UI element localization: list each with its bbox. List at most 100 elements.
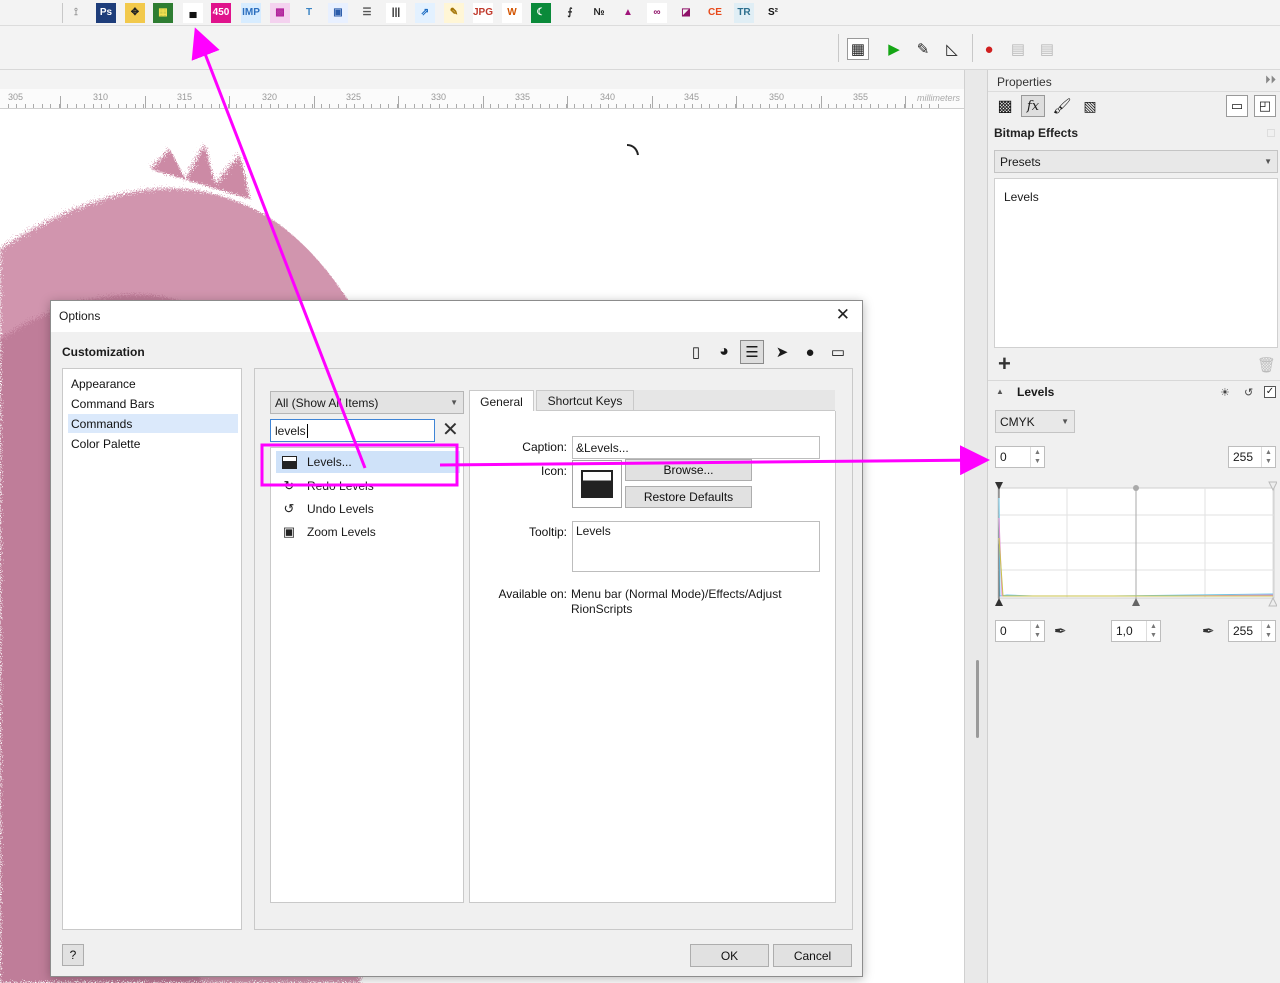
- levels-icon[interactable]: ▄: [183, 3, 203, 23]
- edit-macro-icon[interactable]: ✎: [912, 38, 934, 60]
- ok-button[interactable]: OK: [690, 944, 769, 967]
- reset-icon[interactable]: ↺: [1244, 386, 1253, 399]
- measure-icon[interactable]: ◺: [941, 38, 963, 60]
- infinity-icon[interactable]: ∞: [647, 3, 667, 23]
- help-button[interactable]: ?: [62, 944, 84, 966]
- text-tool-icon[interactable]: T: [299, 3, 319, 23]
- document-icon[interactable]: ▯: [685, 341, 707, 363]
- pin-icon[interactable]: ●: [799, 341, 821, 363]
- macro-settings-icon[interactable]: ▤: [1036, 38, 1058, 60]
- dialog-titlebar[interactable]: Options ✕: [51, 301, 862, 332]
- stripes-icon[interactable]: ☰: [357, 3, 377, 23]
- folded-page-icon[interactable]: ◪: [676, 3, 696, 23]
- gamma-field[interactable]: 1,0 ▲ ▼: [1111, 620, 1161, 642]
- shape-trapezoid-icon[interactable]: ▲: [618, 3, 638, 23]
- connector-tool-icon[interactable]: ⟟: [66, 3, 86, 23]
- auto-adjust-icon[interactable]: ☀: [1220, 386, 1230, 399]
- output-low-field[interactable]: 0 ▲ ▼: [995, 620, 1045, 642]
- qr-code-icon[interactable]: ▣: [328, 3, 348, 23]
- expand-panel-icon[interactable]: ⏵⏵: [1265, 74, 1276, 87]
- spin-arrows-icon[interactable]: ▲ ▼: [1030, 621, 1044, 641]
- effects-tab-icon[interactable]: fx: [1021, 95, 1045, 117]
- brush-tab-icon[interactable]: 🖌: [1052, 96, 1072, 116]
- object-tab-icon[interactable]: ◰: [1254, 95, 1276, 117]
- vertical-scrollbar[interactable]: [964, 70, 988, 983]
- caption-input[interactable]: &Levels...: [572, 436, 820, 459]
- input-high-field[interactable]: 255 ▲ ▼: [1228, 446, 1276, 468]
- scrollbar-thumb[interactable]: [976, 660, 979, 738]
- pointer-icon[interactable]: ➤: [771, 341, 793, 363]
- command-search-input[interactable]: levels: [270, 419, 435, 442]
- command-item-levels[interactable]: Levels...: [280, 451, 450, 473]
- tab-shortcut-keys[interactable]: Shortcut Keys: [536, 390, 634, 411]
- play-icon[interactable]: ▶: [883, 38, 905, 60]
- grid-four-icon[interactable]: ▦: [153, 3, 173, 23]
- enable-effect-checkbox[interactable]: ✓: [1264, 386, 1276, 398]
- effect-item-levels[interactable]: Levels: [1004, 190, 1039, 204]
- category-commands[interactable]: Commands: [71, 417, 132, 431]
- white-eyedropper-icon[interactable]: ✒: [1202, 622, 1215, 640]
- save-macro-icon[interactable]: ▤: [1007, 38, 1029, 60]
- channel-mode-dropdown[interactable]: CMYK ▼: [995, 410, 1075, 433]
- category-command-bars[interactable]: Command Bars: [71, 397, 154, 411]
- monitor-icon[interactable]: ▭: [827, 341, 849, 363]
- tab-general[interactable]: General: [469, 390, 534, 412]
- add-effect-icon[interactable]: +: [998, 353, 1011, 375]
- spin-arrows-icon[interactable]: ▲ ▼: [1146, 621, 1160, 641]
- section-options-icon[interactable]: [1267, 129, 1275, 137]
- black-eyedropper-icon[interactable]: ✒: [1054, 622, 1067, 640]
- filter-dropdown[interactable]: All (Show All Items) ▼: [270, 391, 464, 414]
- ruler-tick: [338, 104, 339, 108]
- collapse-arrow-icon[interactable]: ▲: [996, 387, 1004, 396]
- spin-arrows-icon[interactable]: ▲ ▼: [1030, 447, 1044, 467]
- input-low-field[interactable]: 0 ▲ ▼: [995, 446, 1045, 468]
- image-tab-icon[interactable]: ▧: [1080, 96, 1100, 116]
- ruler-tick: [253, 104, 254, 108]
- levels-histogram[interactable]: [993, 478, 1277, 610]
- horizontal-ruler[interactable]: millimeters 305 310 315 320 325 330 335 340 345 3…: [0, 89, 964, 109]
- output-high-field[interactable]: 255 ▲ ▼: [1228, 620, 1276, 642]
- chevron-down-icon: ▼: [450, 398, 458, 407]
- ruler-major-tick: [398, 96, 399, 108]
- s-squared-icon[interactable]: S²: [763, 3, 783, 23]
- imp-icon[interactable]: IMP: [241, 3, 261, 23]
- command-item-redo-levels[interactable]: ↻ Redo Levels: [280, 475, 450, 497]
- tr-icon[interactable]: TR: [734, 3, 754, 23]
- spin-arrows-icon[interactable]: ▲ ▼: [1261, 621, 1275, 641]
- command-item-zoom-levels[interactable]: ▣ Zoom Levels: [280, 521, 450, 543]
- global-icon[interactable]: ◕: [713, 341, 735, 363]
- tooltip-input[interactable]: Levels: [572, 521, 820, 572]
- category-color-palette[interactable]: Color Palette: [71, 437, 140, 451]
- curve-tool-icon[interactable]: ⨍: [560, 3, 580, 23]
- spin-arrows-icon[interactable]: ▲ ▼: [1261, 447, 1275, 467]
- close-icon[interactable]: ✕: [836, 305, 850, 325]
- browse-button[interactable]: Browse...: [625, 459, 752, 481]
- word-icon[interactable]: W: [502, 3, 522, 23]
- barcode-icon[interactable]: |||: [386, 3, 406, 23]
- command-item-undo-levels[interactable]: ↺ Undo Levels: [280, 498, 450, 520]
- photoshop-icon[interactable]: Ps: [96, 3, 116, 23]
- numero-icon[interactable]: №: [589, 3, 609, 23]
- move-arrows-icon[interactable]: ✥: [125, 3, 145, 23]
- export-icon[interactable]: ⇗: [415, 3, 435, 23]
- icon-preview[interactable]: [572, 460, 622, 508]
- jpg-pdf-icon[interactable]: JPG: [473, 3, 493, 23]
- calendar-icon[interactable]: ▦: [847, 38, 869, 60]
- category-appearance[interactable]: Appearance: [71, 377, 136, 391]
- cancel-button[interactable]: Cancel: [773, 944, 852, 967]
- clear-search-icon[interactable]: ✕: [442, 419, 459, 441]
- number-450-icon[interactable]: 450: [211, 3, 231, 23]
- color-swatches-icon[interactable]: ▩: [270, 3, 290, 23]
- customization-icon[interactable]: ☰: [740, 340, 764, 364]
- page-tab-icon[interactable]: ▭: [1226, 95, 1248, 117]
- ruler-tick: [456, 104, 457, 108]
- edit-document-icon[interactable]: ✎: [444, 3, 464, 23]
- ruler-tick: [278, 104, 279, 108]
- flag-icon[interactable]: ☾: [531, 3, 551, 23]
- ce-mark-icon[interactable]: CE: [705, 3, 725, 23]
- fill-tab-icon[interactable]: ▩: [995, 96, 1015, 116]
- record-icon[interactable]: ●: [978, 38, 1000, 60]
- restore-defaults-button[interactable]: Restore Defaults: [625, 486, 752, 508]
- delete-effect-icon[interactable]: 🗑: [1257, 356, 1276, 374]
- presets-dropdown[interactable]: Presets ▼: [994, 150, 1278, 173]
